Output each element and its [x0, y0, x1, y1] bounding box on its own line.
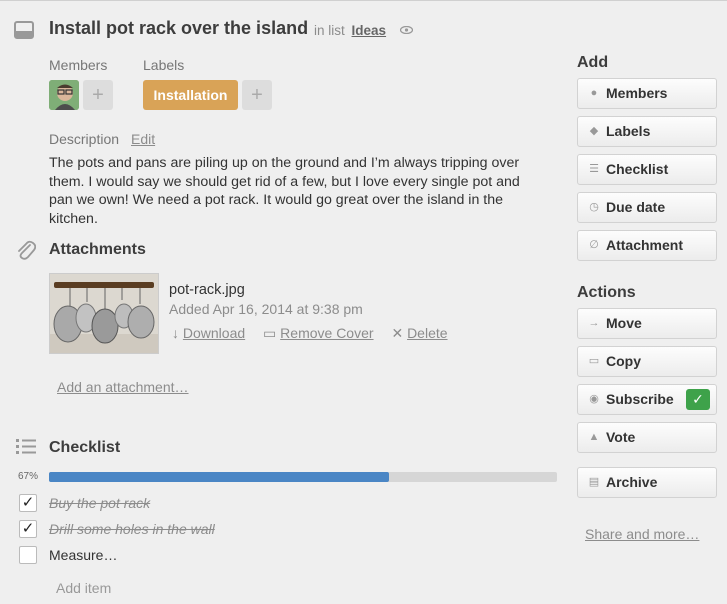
paperclip-icon: ∅ — [589, 239, 599, 251]
paperclip-icon — [18, 240, 36, 260]
download-link[interactable]: Download — [183, 325, 245, 341]
checklist-progress-fill — [49, 472, 390, 482]
add-labels-button[interactable]: ◆ Labels — [577, 116, 717, 147]
thumbs-up-icon: ▲ — [588, 431, 600, 443]
add-label-button[interactable]: + — [242, 80, 272, 110]
delete-link[interactable]: Delete — [407, 325, 447, 341]
pot-rack-image — [50, 274, 158, 353]
remove-cover-action[interactable]: ▭ Remove Cover — [263, 325, 374, 341]
vote-label: Vote — [606, 429, 636, 445]
card-icon: ▭ — [588, 355, 600, 367]
cover-icon: ▭ — [263, 325, 277, 341]
person-icon: ● — [590, 87, 598, 99]
add-members-label: Members — [606, 85, 668, 101]
checklist-progress-bar — [49, 472, 557, 482]
add-due-date-button[interactable]: ◷ Due date — [577, 192, 717, 223]
close-icon: ✕ — [391, 325, 404, 341]
check-icon: ✓ — [686, 389, 710, 410]
vote-button[interactable]: ▲ Vote — [577, 422, 717, 453]
edit-description-link[interactable]: Edit — [131, 131, 155, 147]
avatar-image — [49, 80, 79, 110]
avatar[interactable] — [49, 80, 79, 110]
add-labels-label: Labels — [606, 123, 651, 139]
card-icon — [14, 21, 34, 39]
attachment-actions: ↓ Download ▭ Remove Cover ✕ Delete — [172, 325, 462, 342]
checklist-item-checkbox[interactable]: ✓ — [19, 494, 37, 512]
attachment-date: Added Apr 16, 2014 at 9:38 pm — [169, 301, 363, 317]
subscribe-button[interactable]: ◉ Subscribe ✓ — [577, 384, 717, 415]
checklist-percent: 67% — [18, 471, 39, 482]
labels-heading: Labels — [143, 57, 185, 73]
list-name-link[interactable]: Ideas — [352, 23, 387, 38]
subscribe-label: Subscribe — [606, 391, 674, 407]
archive-icon: ▤ — [588, 476, 600, 488]
in-list-prefix: in list — [314, 23, 345, 38]
attachment-thumbnail[interactable] — [49, 273, 159, 354]
checklist-icon: ☰ — [589, 163, 599, 175]
remove-cover-link[interactable]: Remove Cover — [280, 325, 373, 341]
description-heading: Description — [49, 131, 120, 147]
eye-icon: ◉ — [589, 393, 599, 405]
card-title[interactable]: Install pot rack over the island — [49, 18, 308, 39]
attachment-filename: pot-rack.jpg — [169, 282, 245, 298]
add-checklist-button[interactable]: ☰ Checklist — [577, 154, 717, 185]
add-attachment-link[interactable]: Add an attachment… — [57, 379, 189, 395]
label-installation[interactable]: Installation — [143, 80, 238, 110]
checklist-item-text[interactable]: Buy the pot rack — [49, 495, 150, 511]
move-button[interactable]: → Move — [577, 308, 717, 339]
add-due-date-label: Due date — [606, 199, 666, 215]
eye-icon[interactable] — [400, 26, 413, 34]
checklist-item-checkbox[interactable]: ✓ — [19, 520, 37, 538]
add-checklist-label: Checklist — [606, 161, 669, 177]
tag-icon: ◆ — [589, 125, 599, 137]
add-member-button[interactable]: + — [83, 80, 113, 110]
members-heading: Members — [49, 57, 108, 73]
copy-button[interactable]: ▭ Copy — [577, 346, 717, 377]
download-action[interactable]: ↓ Download — [172, 325, 245, 341]
checklist-icon — [16, 439, 36, 454]
in-list-text: in list Ideas — [314, 23, 386, 38]
checklist-item-text[interactable]: Drill some holes in the wall — [49, 521, 215, 537]
add-members-button[interactable]: ● Members — [577, 78, 717, 109]
description-text: The pots and pans are piling up on the g… — [49, 155, 520, 227]
delete-action[interactable]: ✕ Delete — [391, 325, 447, 341]
arrow-right-icon: → — [588, 317, 600, 329]
checklist-heading: Checklist — [49, 439, 121, 456]
move-label: Move — [606, 315, 642, 331]
checklist-item-text[interactable]: Measure… — [49, 547, 117, 563]
archive-label: Archive — [606, 474, 658, 490]
actions-heading: Actions — [577, 284, 636, 301]
add-attachment-button[interactable]: ∅ Attachment — [577, 230, 717, 261]
add-heading: Add — [577, 54, 609, 71]
attachments-heading: Attachments — [49, 241, 146, 258]
copy-label: Copy — [606, 353, 641, 369]
checklist-item-checkbox[interactable] — [19, 546, 37, 564]
download-icon: ↓ — [172, 325, 179, 341]
clock-icon: ◷ — [589, 201, 599, 213]
add-checklist-item[interactable]: Add item — [56, 580, 111, 596]
share-and-more-link[interactable]: Share and more… — [585, 526, 699, 542]
archive-button[interactable]: ▤ Archive — [577, 467, 717, 498]
add-attachment-label: Attachment — [606, 237, 684, 253]
